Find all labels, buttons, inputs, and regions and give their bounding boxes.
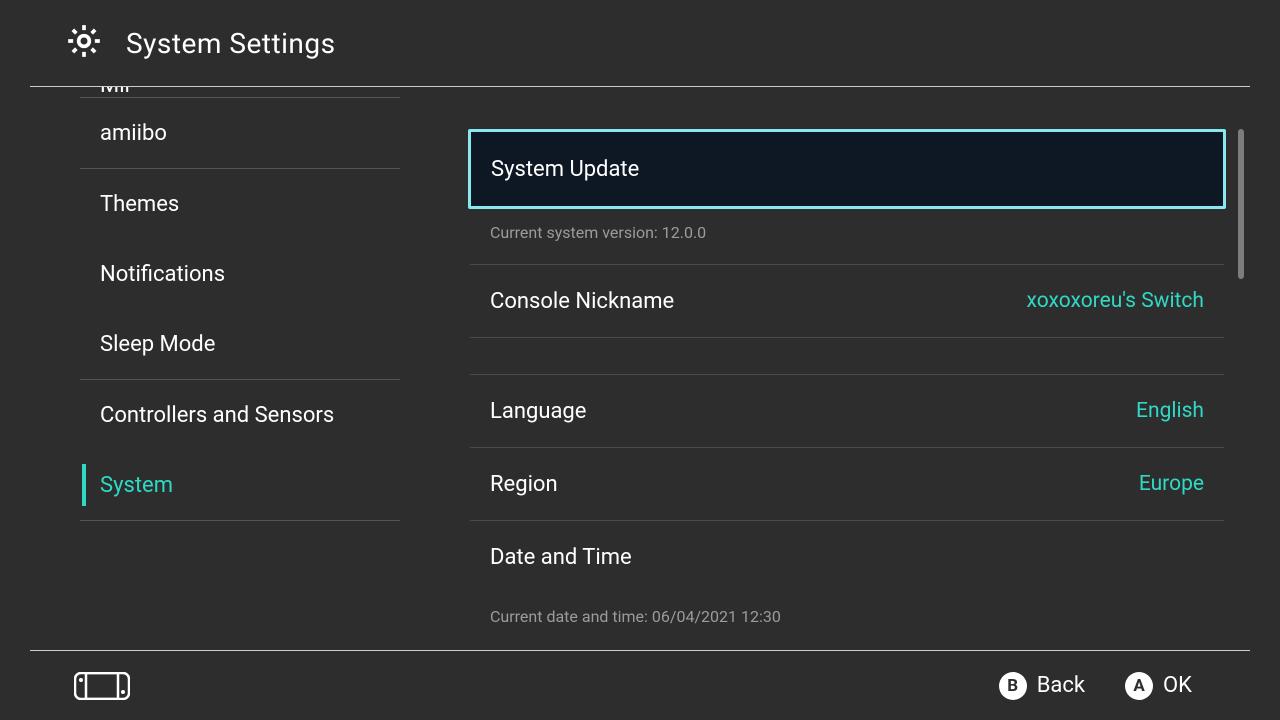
main-panel: System Update Current system version: 12… xyxy=(410,87,1280,650)
scrollbar[interactable] xyxy=(1238,129,1244,279)
b-button-icon: B xyxy=(999,672,1027,700)
header: System Settings xyxy=(0,0,1280,86)
row-value: English xyxy=(1136,399,1204,423)
date-time-text: Current date and time: 06/04/2021 12:30 xyxy=(470,593,1224,648)
row-region[interactable]: Region Europe xyxy=(470,448,1224,520)
a-button-icon: A xyxy=(1125,672,1153,700)
sidebar-divider xyxy=(80,520,400,521)
row-language[interactable]: Language English xyxy=(470,375,1224,447)
row-date-and-time[interactable]: Date and Time xyxy=(470,521,1224,593)
row-label: System Update xyxy=(491,157,639,182)
sidebar-item-label: Sleep Mode xyxy=(100,332,215,357)
sidebar-item-controllers-and-sensors[interactable]: Controllers and Sensors xyxy=(30,380,410,450)
sidebar-item-amiibo[interactable]: amiibo xyxy=(30,98,410,168)
body: Mii amiibo Themes Notifications Sleep Mo… xyxy=(0,87,1280,650)
footer: B Back A OK xyxy=(30,650,1250,720)
hint-back[interactable]: B Back xyxy=(999,672,1085,700)
page-title: System Settings xyxy=(126,27,336,60)
sidebar-item-notifications[interactable]: Notifications xyxy=(30,239,410,309)
hint-label: Back xyxy=(1037,673,1085,698)
sidebar-item-label: Mii xyxy=(100,87,130,97)
section-gap xyxy=(470,338,1224,374)
sidebar-item-label: Controllers and Sensors xyxy=(100,403,334,428)
sidebar-item-sleep-mode[interactable]: Sleep Mode xyxy=(30,309,410,379)
row-system-update[interactable]: System Update xyxy=(468,129,1226,209)
hint-ok[interactable]: A OK xyxy=(1125,672,1192,700)
row-label: Date and Time xyxy=(490,545,632,570)
gear-icon xyxy=(64,21,104,65)
row-value: Europe xyxy=(1139,472,1204,496)
row-label: Region xyxy=(490,472,558,497)
hint-label: OK xyxy=(1163,673,1192,698)
row-console-nickname[interactable]: Console Nickname xoxoxoreu's Switch xyxy=(470,265,1224,337)
row-label: Language xyxy=(490,399,586,424)
sidebar-item-label: Themes xyxy=(100,192,179,217)
sidebar-item-label: Notifications xyxy=(100,262,225,287)
controller-icon xyxy=(74,672,130,700)
row-label: Console Nickname xyxy=(490,289,674,314)
sidebar-item-themes[interactable]: Themes xyxy=(30,169,410,239)
row-value: xoxoxoreu's Switch xyxy=(1027,289,1204,313)
sidebar-item-system[interactable]: System xyxy=(30,450,410,520)
system-version-text: Current system version: 12.0.0 xyxy=(470,209,1224,264)
sidebar-item-label: System xyxy=(100,473,173,498)
sidebar-item-mii[interactable]: Mii xyxy=(30,87,410,97)
sidebar-item-label: amiibo xyxy=(100,121,167,146)
sidebar: Mii amiibo Themes Notifications Sleep Mo… xyxy=(0,87,410,650)
